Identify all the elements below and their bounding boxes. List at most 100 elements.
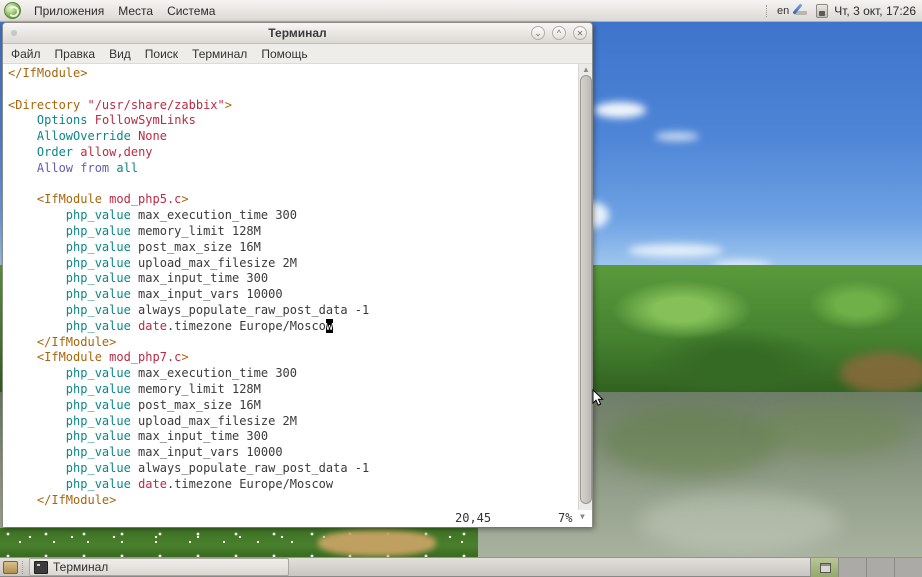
window-menu-icon[interactable] xyxy=(11,30,17,36)
menu-places[interactable]: Места xyxy=(111,2,160,20)
code-segment: .timezone Europe/Mosco xyxy=(166,318,326,333)
window-titlebar[interactable]: Терминал ⌄ ^ ✕ xyxy=(3,23,592,44)
show-desktop-button[interactable] xyxy=(0,558,20,577)
distro-logo-icon[interactable] xyxy=(4,2,21,19)
wallpaper-sand xyxy=(318,530,436,556)
mouse-cursor xyxy=(592,388,604,412)
code-segment: post_max_size 16M xyxy=(130,239,261,254)
code-segment: > xyxy=(181,192,189,207)
clipboard-device-icon[interactable] xyxy=(814,3,829,18)
code-line: <Directory "/usr/share/zabbix"> xyxy=(8,98,578,114)
code-segment: FollowSymLinks xyxy=(94,113,196,128)
menu-edit[interactable]: Правка xyxy=(49,46,102,62)
cloud xyxy=(594,102,646,118)
code-segment: post_max_size 16M xyxy=(130,397,261,412)
panel-tray: en Чт, 3 окт, 17:26 xyxy=(765,3,922,18)
code-segment: php_value xyxy=(65,381,131,396)
code-segment: max_input_vars 10000 xyxy=(130,445,283,460)
scrollbar-up-icon[interactable]: ▲ xyxy=(582,65,590,74)
code-line: php_value date.timezone Europe/Moscow xyxy=(8,477,578,493)
code-segment: php_value xyxy=(65,239,131,254)
menu-applications[interactable]: Приложения xyxy=(27,2,111,20)
tablet-pen-icon[interactable] xyxy=(794,3,809,18)
code-segment: all xyxy=(116,160,139,175)
code-segment: date xyxy=(138,318,167,333)
code-line: </IfModule> xyxy=(8,335,578,351)
code-segment: upload_max_filesize 2M xyxy=(130,413,297,428)
code-segment: php_value xyxy=(65,397,131,412)
menu-system[interactable]: Система xyxy=(160,2,222,20)
menu-search[interactable]: Поиск xyxy=(139,46,184,62)
scrollbar-thumb[interactable] xyxy=(580,75,592,504)
terminal-scrollbar[interactable]: ▲ xyxy=(578,64,592,510)
code-line: <IfModule mod_php7.c> xyxy=(8,350,578,366)
code-segment: "/usr/share/zabbix" xyxy=(87,97,225,112)
wallpaper-shore xyxy=(840,352,922,394)
terminal-content[interactable]: </IfModule> <Directory "/usr/share/zabbi… xyxy=(3,64,592,527)
menu-file[interactable]: Файл xyxy=(5,46,47,62)
close-button[interactable]: ✕ xyxy=(573,26,587,40)
workspace-4[interactable] xyxy=(894,557,922,577)
menu-view[interactable]: Вид xyxy=(103,46,137,62)
window-title: Терминал xyxy=(268,26,327,40)
code-line: php_value upload_max_filesize 2M xyxy=(8,414,578,430)
code-segment: > xyxy=(181,350,189,365)
taskbar-window-button[interactable]: Терминал xyxy=(29,558,289,576)
keyboard-layout-indicator[interactable]: en xyxy=(777,5,789,17)
vim-scroll-percent: 7% xyxy=(558,511,573,525)
window-controls: ⌄ ^ ✕ xyxy=(531,26,587,40)
minimize-button[interactable]: ⌄ xyxy=(531,26,545,40)
code-line: php_value max_execution_time 300 xyxy=(8,208,578,224)
scrollbar-down-icon[interactable]: ▼ xyxy=(580,512,585,521)
workspace-2[interactable] xyxy=(838,557,866,577)
workspace-1[interactable] xyxy=(810,557,838,577)
code-line: php_value always_populate_raw_post_data … xyxy=(8,303,578,319)
code-segment: <IfModule xyxy=(36,350,110,365)
code-segment: > xyxy=(224,97,232,112)
code-segment: php_value xyxy=(65,460,131,475)
code-line: php_value max_input_vars 10000 xyxy=(8,287,578,303)
code-segment: max_execution_time 300 xyxy=(130,208,297,223)
code-segment: </IfModule> xyxy=(8,66,88,80)
code-line: php_value max_input_time 300 xyxy=(8,271,578,287)
code-line: php_value max_execution_time 300 xyxy=(8,366,578,382)
cloud-reflection xyxy=(640,492,840,552)
maximize-button[interactable]: ^ xyxy=(552,26,566,40)
menu-terminal[interactable]: Терминал xyxy=(186,46,253,62)
cloud xyxy=(628,244,723,257)
vim-cursor: w xyxy=(325,318,334,333)
code-line: Order allow,deny xyxy=(8,145,578,161)
code-segment: None xyxy=(138,129,167,144)
code-segment: memory_limit 128M xyxy=(130,381,261,396)
code-segment: php_value xyxy=(65,255,131,270)
code-segment: always_populate_raw_post_data -1 xyxy=(130,460,370,475)
code-line: Options FollowSymLinks xyxy=(8,113,578,129)
code-line: AllowOverride None xyxy=(8,129,578,145)
vim-ruler: 20,45 xyxy=(455,511,492,525)
workspace-3[interactable] xyxy=(866,557,894,577)
code-segment: <IfModule xyxy=(36,192,110,207)
code-segment: php_value xyxy=(65,287,131,302)
terminal-menubar: Файл Правка Вид Поиск Терминал Помощь xyxy=(3,44,592,64)
menu-help[interactable]: Помощь xyxy=(255,46,313,62)
clock[interactable]: Чт, 3 окт, 17:26 xyxy=(834,4,916,18)
code-segment: </IfModule> xyxy=(36,334,117,349)
code-segment: Order xyxy=(36,144,74,159)
code-segment: max_execution_time 300 xyxy=(130,366,297,381)
